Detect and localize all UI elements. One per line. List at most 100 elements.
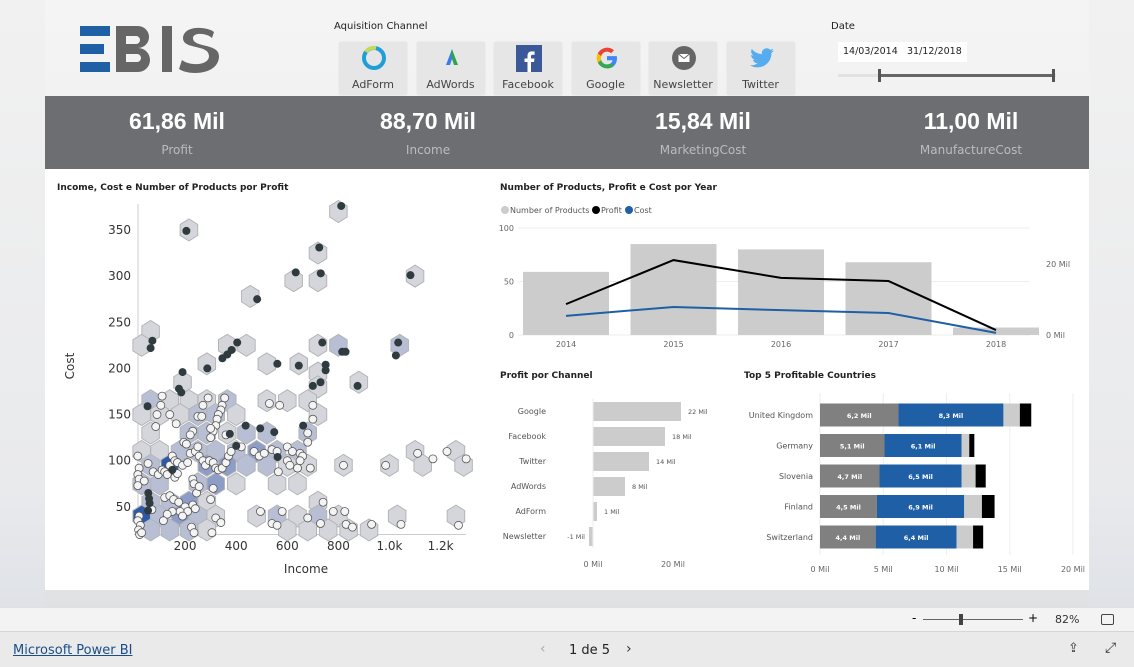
scatter-point bbox=[190, 504, 200, 514]
combo-x-tick: 2017 bbox=[878, 340, 898, 349]
scatter-point bbox=[232, 441, 241, 450]
country-label: Germany bbox=[776, 442, 813, 451]
scatter-point bbox=[413, 448, 423, 458]
combo-left-tick: 50 bbox=[504, 278, 514, 287]
country-value-label: 4,5 Mil bbox=[836, 504, 861, 512]
country-value-label: 4,7 Mil bbox=[837, 473, 862, 481]
combo-x-tick: 2016 bbox=[771, 340, 791, 349]
products-bar bbox=[953, 327, 1039, 335]
legend-products-marker bbox=[501, 206, 509, 214]
scatter-x-tick: 1.2k bbox=[428, 539, 454, 553]
scatter-point bbox=[178, 511, 187, 521]
country-bar-segment bbox=[975, 464, 986, 488]
country-value-label: 6,9 Mil bbox=[908, 504, 933, 512]
scatter-point bbox=[133, 481, 143, 491]
scatter-point bbox=[143, 402, 152, 411]
power-bi-link[interactable]: Microsoft Power BI bbox=[13, 643, 132, 658]
country-bar-segment bbox=[961, 464, 976, 488]
products-bar bbox=[630, 244, 717, 335]
scatter-point bbox=[148, 336, 157, 345]
zoom-out-button[interactable]: - bbox=[912, 611, 916, 625]
scatter-point bbox=[321, 366, 330, 375]
scatter-y-tick: 100 bbox=[108, 454, 131, 468]
scatter-point bbox=[303, 428, 313, 438]
scatter-point bbox=[341, 347, 350, 356]
prev-page-icon[interactable]: ‹ bbox=[540, 641, 546, 657]
combo-x-tick: 2018 bbox=[986, 340, 1006, 349]
share-icon[interactable]: ⇪ bbox=[1068, 641, 1079, 656]
zoom-slider[interactable] bbox=[923, 619, 1023, 620]
hexbin bbox=[288, 472, 307, 496]
country-value-label: 6,4 Mil bbox=[904, 534, 929, 542]
hexbin bbox=[226, 402, 246, 427]
scatter-point bbox=[168, 465, 177, 474]
products-bar bbox=[845, 262, 932, 335]
scatter-point bbox=[225, 429, 234, 438]
zoom-in-button[interactable]: + bbox=[1028, 611, 1038, 625]
scatter-point bbox=[208, 483, 218, 493]
scatter-point bbox=[146, 344, 155, 353]
scatter-point bbox=[133, 451, 143, 461]
scatter-point bbox=[337, 201, 346, 210]
scatter-y-tick: 200 bbox=[108, 361, 131, 375]
footer: Microsoft Power BI ‹ 1 de 5 › ⇪ ⤢ bbox=[0, 631, 1134, 667]
legend-profit-marker bbox=[592, 206, 600, 214]
scatter-point bbox=[316, 269, 325, 278]
country-bar-segment bbox=[969, 434, 975, 457]
next-page-icon[interactable]: › bbox=[626, 641, 632, 657]
fullscreen-icon[interactable]: ⤢ bbox=[1105, 640, 1116, 656]
country-bar-segment bbox=[961, 434, 970, 457]
combo-left-tick: 100 bbox=[499, 224, 514, 233]
legend-products: Number of Products bbox=[510, 206, 589, 215]
channel-label: AdForm bbox=[515, 507, 546, 516]
country-value-label: 8,3 Mil bbox=[939, 412, 964, 420]
scatter-point bbox=[152, 410, 162, 419]
channel-label: Newsletter bbox=[503, 532, 547, 541]
scatter-y-tick: 300 bbox=[108, 269, 131, 283]
scatter-point bbox=[177, 388, 186, 397]
scatter-point bbox=[145, 499, 154, 508]
channel-x-tick: 0 Mil bbox=[584, 560, 603, 569]
scatter-point bbox=[305, 463, 315, 473]
scatter-point bbox=[143, 459, 153, 468]
scatter-point bbox=[207, 528, 217, 538]
scatter-point bbox=[256, 507, 265, 516]
country-bar-segment bbox=[956, 525, 974, 549]
scatter-point bbox=[316, 378, 325, 387]
channel-bar bbox=[593, 477, 625, 496]
countries-x-tick: 0 Mil bbox=[811, 565, 830, 574]
scatter-point bbox=[308, 381, 317, 390]
fit-page-icon[interactable] bbox=[1101, 614, 1114, 625]
channel-value-label: 22 Mil bbox=[688, 408, 708, 416]
country-bar-segment bbox=[1019, 403, 1032, 427]
channel-value-label: -1 Mil bbox=[567, 533, 585, 541]
countries-x-tick: 15 Mil bbox=[998, 565, 1022, 574]
scatter-point bbox=[339, 460, 348, 470]
scatter-y-label: Cost bbox=[63, 352, 77, 379]
scatter-point bbox=[288, 447, 297, 456]
scatter-point bbox=[265, 399, 274, 408]
channel-label: AdWords bbox=[511, 482, 546, 491]
scatter-point bbox=[223, 350, 232, 359]
country-label: Slovenia bbox=[779, 472, 813, 481]
channel-value-label: 1 Mil bbox=[604, 508, 620, 516]
legend-cost: Cost bbox=[634, 206, 652, 215]
scatter-point bbox=[182, 226, 191, 235]
scatter-x-tick: 1.0k bbox=[376, 539, 402, 553]
scatter-point bbox=[273, 453, 282, 462]
scatter-point bbox=[233, 338, 242, 347]
scatter-point bbox=[183, 458, 193, 467]
scatter-point bbox=[253, 295, 262, 304]
zoom-slider-handle[interactable] bbox=[959, 614, 963, 625]
hexbin bbox=[257, 352, 277, 376]
scatter-point bbox=[197, 411, 207, 421]
country-bar-segment bbox=[973, 525, 984, 549]
scatter-point bbox=[406, 271, 415, 280]
scatter-point bbox=[181, 439, 191, 449]
scatter-point bbox=[273, 359, 282, 368]
scatter-point bbox=[394, 338, 403, 347]
country-value-label: 6,5 Mil bbox=[908, 473, 933, 481]
combo-right-tick: 20 Mil bbox=[1046, 260, 1070, 269]
scatter-point bbox=[259, 448, 269, 458]
scatter-point bbox=[203, 364, 212, 373]
